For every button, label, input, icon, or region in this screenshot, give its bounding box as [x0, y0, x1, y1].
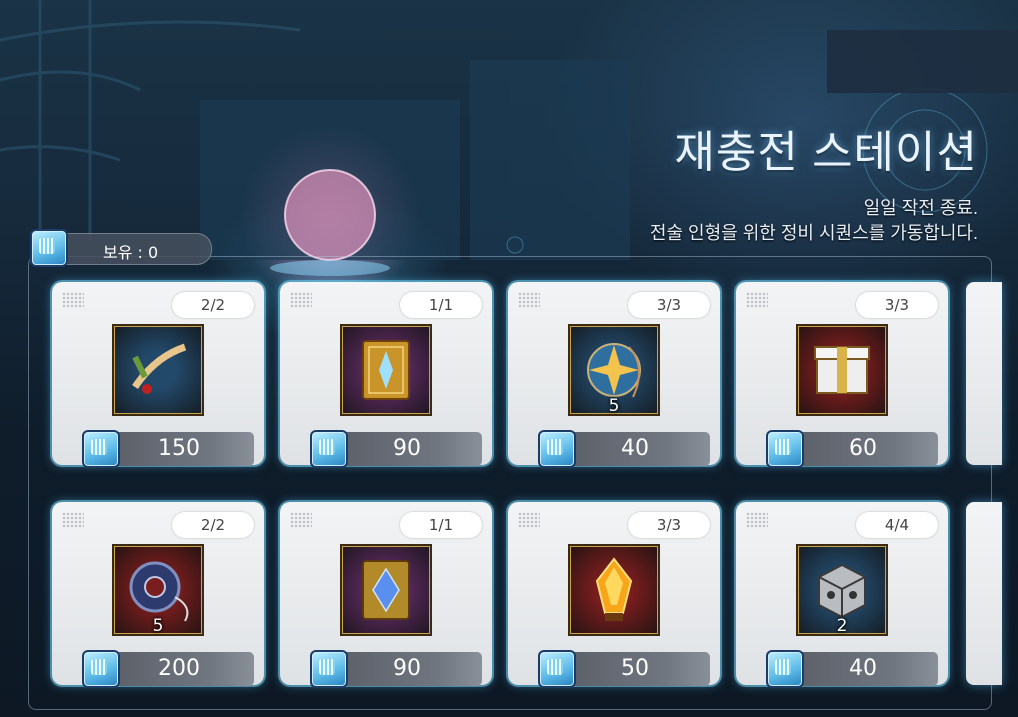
overlay-panel [827, 30, 1018, 93]
card-dots [746, 512, 768, 528]
card-dots [518, 512, 540, 528]
stock-count: 3/3 [628, 512, 710, 538]
stock-count: 2/2 [172, 512, 254, 538]
fire-crystal-icon [570, 546, 658, 634]
shop-item-card[interactable]: 1/1 90 [280, 282, 492, 468]
root-herb-icon [114, 326, 202, 414]
shop-item-card[interactable]: 3/3 60 [736, 282, 948, 468]
tape-coil-icon: 5 [114, 546, 202, 636]
item-quantity: 2 [836, 616, 848, 636]
subtitle-line-1: 일일 작전 종료. [863, 198, 978, 218]
currency-label: 보유 : 0 [103, 243, 159, 262]
next-card-edge[interactable] [966, 502, 1002, 685]
data-chip-icon [310, 430, 348, 468]
card-dots [290, 512, 312, 528]
card-dots [62, 512, 84, 528]
data-chip-icon [766, 650, 804, 688]
item-price: 90 [332, 652, 482, 686]
item-price: 90 [332, 432, 482, 466]
steel-cube-icon: 2 [798, 546, 886, 636]
item-quantity: 5 [608, 396, 620, 416]
treasure-box-icon [798, 326, 886, 414]
card-dots [746, 292, 768, 308]
shop-item-card[interactable]: 3/3 5 40 [508, 282, 720, 468]
page-title: 재충전 스테이션 [674, 128, 978, 177]
crystal-book-icon [342, 546, 430, 634]
shop-item-card[interactable]: 2/2 150 [52, 282, 264, 468]
data-chip-icon [310, 650, 348, 688]
item-price: 50 [560, 652, 710, 686]
shop-item-card[interactable]: 1/1 90 [280, 502, 492, 688]
item-price: 60 [788, 432, 938, 466]
shop-item-card[interactable]: 3/3 50 [508, 502, 720, 688]
shop-item-card[interactable]: 4/4 2 40 [736, 502, 948, 688]
card-dots [518, 292, 540, 308]
data-chip-icon [30, 229, 68, 267]
card-dots [62, 292, 84, 308]
data-chip-icon [82, 430, 120, 468]
data-chip-icon [766, 430, 804, 468]
data-chip-icon [538, 650, 576, 688]
shop-item-card[interactable]: 2/2 5 200 [52, 502, 264, 688]
stock-count: 3/3 [628, 292, 710, 318]
item-price: 40 [788, 652, 938, 686]
card-dots [290, 292, 312, 308]
data-chip-icon [538, 430, 576, 468]
stock-count: 2/2 [172, 292, 254, 318]
next-card-edge[interactable] [966, 282, 1002, 465]
data-chip-icon [82, 650, 120, 688]
subtitle-line-2: 전술 인형을 위한 정비 시퀀스를 가동합니다. [649, 223, 978, 243]
stock-count: 3/3 [856, 292, 938, 318]
stock-count: 1/1 [400, 292, 482, 318]
golden-book-icon [342, 326, 430, 414]
item-price: 150 [104, 432, 254, 466]
item-price: 40 [560, 432, 710, 466]
item-price: 200 [104, 652, 254, 686]
item-quantity: 5 [152, 616, 164, 636]
star-amulet-icon: 5 [570, 326, 658, 416]
stock-count: 1/1 [400, 512, 482, 538]
stock-count: 4/4 [856, 512, 938, 538]
